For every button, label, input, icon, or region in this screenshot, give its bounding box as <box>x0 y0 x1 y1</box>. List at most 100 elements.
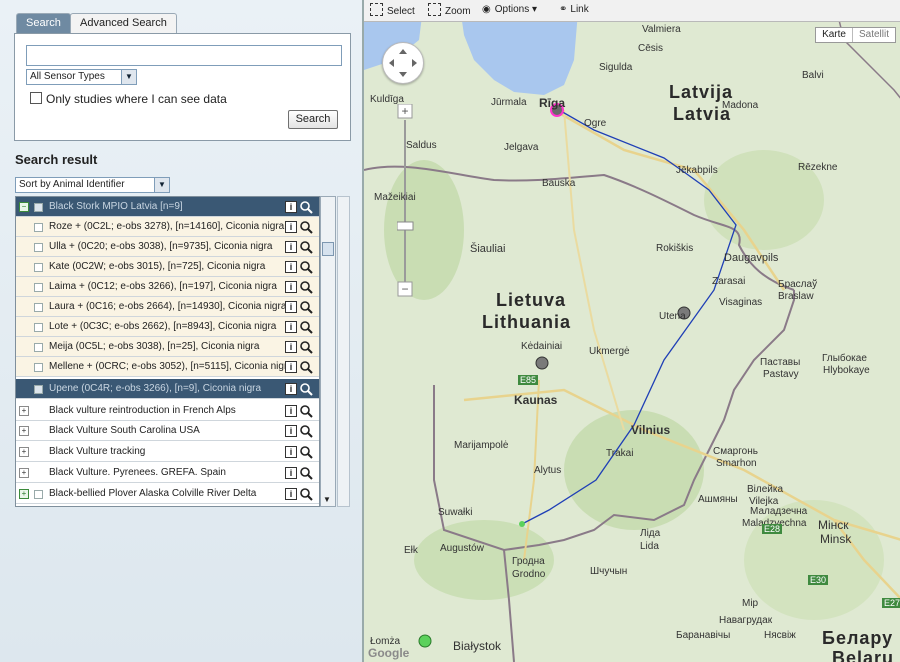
map-type-map-button[interactable]: Karte <box>816 28 852 42</box>
row-checkbox[interactable] <box>34 243 43 252</box>
table-row[interactable]: + Black Vulture. Pyrenees. GREFA. Spain … <box>16 463 319 483</box>
sensor-type-select[interactable]: All Sensor Types ▼ <box>26 69 137 85</box>
table-row[interactable]: Upene (0C4R; e-obs 3266), [n=9], Ciconia… <box>16 379 319 399</box>
zoom-to-icon[interactable] <box>299 300 313 314</box>
zoom-to-icon[interactable] <box>299 340 313 354</box>
only-visible-checkbox[interactable] <box>30 92 42 104</box>
table-row[interactable]: + Black Vulture South Carolina USA i <box>16 421 319 441</box>
info-icon[interactable]: i <box>285 446 297 458</box>
location-marker[interactable] <box>535 356 549 370</box>
select-tool[interactable]: Select <box>370 3 415 19</box>
table-row[interactable]: Ulla + (0C20; e-obs 3038), [n=9735], Cic… <box>16 237 319 257</box>
row-label: Meija (0C5L; e-obs 3038), [n=25], Ciconi… <box>49 341 260 352</box>
city-label: Смаргонь <box>713 446 758 457</box>
row-label: Roze + (0C2L; e-obs 3278), [n=14160], Ci… <box>49 221 285 232</box>
row-checkbox[interactable] <box>34 363 43 372</box>
city-label: Браслаў <box>778 279 818 290</box>
info-icon[interactable]: i <box>285 425 297 437</box>
expand-icon[interactable]: + <box>19 489 29 499</box>
sensor-type-select-value: All Sensor Types <box>30 71 105 82</box>
table-row[interactable]: Mellene + (0CRC; e-obs 3052), [n=5115], … <box>16 357 319 377</box>
table-row[interactable]: + Black Vulture tracking i <box>16 442 319 462</box>
search-input[interactable] <box>26 45 342 66</box>
zoom-to-icon[interactable] <box>299 382 313 396</box>
table-row[interactable]: Roze + (0C2L; e-obs 3278), [n=14160], Ci… <box>16 217 319 237</box>
zoom-to-icon[interactable] <box>299 424 313 438</box>
row-checkbox[interactable] <box>34 490 43 499</box>
table-row[interactable]: Laura + (0C16; e-obs 2664), [n=14930], C… <box>16 297 319 317</box>
map-toolbar: Select Zoom ◉ Options ▾ ⚭ Link <box>364 0 900 22</box>
search-button[interactable]: Search <box>288 110 338 129</box>
table-row[interactable]: Kate (0C2W; e-obs 3015), [n=725], Ciconi… <box>16 257 319 277</box>
expand-icon[interactable]: + <box>19 468 29 478</box>
expand-icon[interactable]: + <box>19 447 29 457</box>
info-icon[interactable]: i <box>285 488 297 500</box>
zoom-to-icon[interactable] <box>299 280 313 294</box>
scroll-down-icon[interactable]: ▼ <box>323 495 331 504</box>
row-checkbox[interactable] <box>34 343 43 352</box>
info-icon[interactable]: i <box>285 467 297 479</box>
expand-icon[interactable]: + <box>19 406 29 416</box>
search-form: All Sensor Types ▼ Only studies where I … <box>14 33 351 141</box>
map-view[interactable]: Select Zoom ◉ Options ▾ ⚭ Link Karte Satell… <box>362 0 900 662</box>
zoom-to-icon[interactable] <box>299 445 313 459</box>
city-label: Kuldīga <box>370 94 404 105</box>
zoom-to-icon[interactable] <box>299 487 313 501</box>
info-icon[interactable]: i <box>285 241 297 253</box>
city-label: Utena <box>659 311 686 322</box>
info-icon[interactable]: i <box>285 361 297 373</box>
row-label: Laima + (0C12; e-obs 3266), [n=197], Cic… <box>49 281 277 292</box>
row-checkbox[interactable] <box>34 263 43 272</box>
row-checkbox[interactable] <box>34 283 43 292</box>
link-tool[interactable]: ⚭ Link <box>559 3 589 17</box>
info-icon[interactable]: i <box>285 321 297 333</box>
row-checkbox[interactable] <box>34 323 43 332</box>
row-checkbox[interactable] <box>34 385 43 394</box>
only-visible-row[interactable]: Only studies where I can see data <box>30 92 227 106</box>
zoom-to-icon[interactable] <box>299 404 313 418</box>
row-checkbox[interactable] <box>34 303 43 312</box>
chevron-down-icon: ▼ <box>121 70 136 84</box>
country-label: Belaru <box>832 648 895 662</box>
info-icon[interactable]: i <box>285 383 297 395</box>
zoom-to-icon[interactable] <box>299 220 313 234</box>
city-label: Balvi <box>802 70 824 81</box>
zoom-to-icon[interactable] <box>299 240 313 254</box>
track-end-marker[interactable] <box>519 521 525 527</box>
info-icon[interactable]: i <box>285 281 297 293</box>
pan-control[interactable] <box>382 42 424 84</box>
map-type-satellite-button[interactable]: Satellit <box>851 28 895 42</box>
table-row[interactable]: − Black Stork MPIO Latvia [n=9] i <box>16 197 319 217</box>
result-scrollbar[interactable]: ▼ <box>320 196 336 507</box>
zoom-box-icon <box>428 3 441 16</box>
info-icon[interactable]: i <box>285 301 297 313</box>
scrollbar-thumb[interactable] <box>322 242 334 256</box>
table-row[interactable]: + Black vulture reintroduction in French… <box>16 401 319 421</box>
info-icon[interactable]: i <box>285 341 297 353</box>
tab-search[interactable]: Search <box>16 13 71 33</box>
zoom-to-icon[interactable] <box>299 200 313 214</box>
collapse-icon[interactable]: − <box>19 202 29 212</box>
info-icon[interactable]: i <box>285 201 297 213</box>
zoom-to-icon[interactable] <box>299 320 313 334</box>
row-label: Ulla + (0C20; e-obs 3038), [n=9735], Cic… <box>49 241 273 252</box>
row-checkbox[interactable] <box>34 223 43 232</box>
zoom-tool[interactable]: Zoom <box>428 3 471 19</box>
options-menu[interactable]: ◉ Options ▾ <box>482 3 537 17</box>
zoom-to-icon[interactable] <box>299 260 313 274</box>
info-icon[interactable]: i <box>285 221 297 233</box>
table-row[interactable]: Laima + (0C12; e-obs 3266), [n=197], Cic… <box>16 277 319 297</box>
row-checkbox[interactable] <box>34 203 43 212</box>
location-marker[interactable] <box>418 634 432 648</box>
table-row[interactable]: + Black-bellied Plover Alaska Colville R… <box>16 484 319 504</box>
row-label: Lote + (0C3C; e-obs 2662), [n=8943], Cic… <box>49 321 277 332</box>
info-icon[interactable]: i <box>285 405 297 417</box>
table-row[interactable]: Lote + (0C3C; e-obs 2662), [n=8943], Cic… <box>16 317 319 337</box>
sort-select[interactable]: Sort by Animal Identifier ▼ <box>15 177 170 193</box>
zoom-to-icon[interactable] <box>299 360 313 374</box>
tab-advanced-search[interactable]: Advanced Search <box>70 13 177 33</box>
zoom-to-icon[interactable] <box>299 466 313 480</box>
info-icon[interactable]: i <box>285 261 297 273</box>
table-row[interactable]: Meija (0C5L; e-obs 3038), [n=25], Ciconi… <box>16 337 319 357</box>
expand-icon[interactable]: + <box>19 426 29 436</box>
